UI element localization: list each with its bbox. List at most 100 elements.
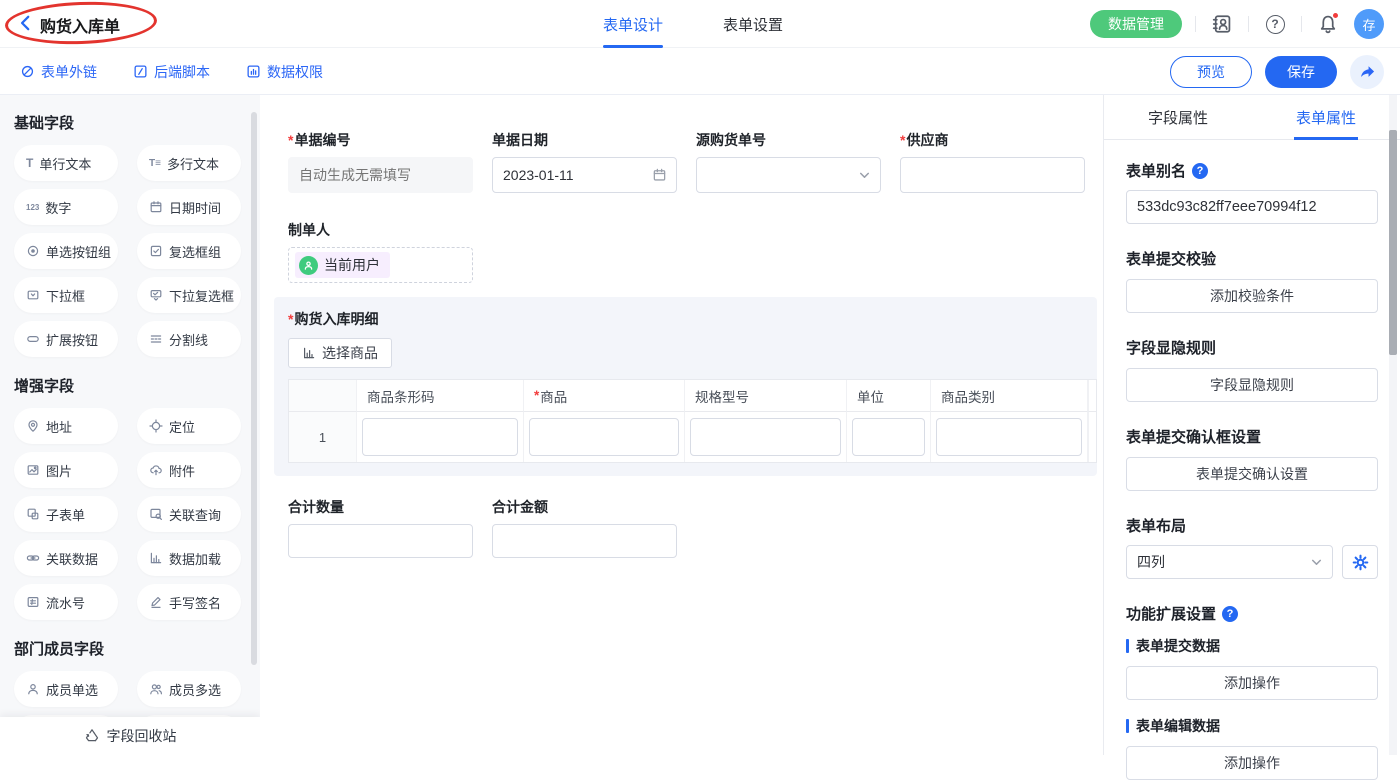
gear-icon [1352, 554, 1369, 571]
sidebar-item-subform[interactable]: 子表单 [14, 496, 118, 532]
form-canvas: *单据编号 单据日期 2023-01-11 源购货单号 [260, 95, 1103, 755]
doc-date-input[interactable]: 2023-01-11 [492, 157, 677, 193]
add-edit-action-button[interactable]: 添加操作 [1126, 746, 1378, 780]
share-button[interactable] [1350, 55, 1384, 89]
dropdown-icon [26, 288, 40, 302]
barcode-input[interactable] [362, 418, 518, 456]
form-field-row: *单据编号 单据日期 2023-01-11 源购货单号 [288, 131, 1103, 193]
tab-form-design[interactable]: 表单设计 [603, 0, 663, 48]
table-cell-product [524, 412, 685, 462]
visibility-rules-label: 字段显隐规则 [1126, 337, 1378, 358]
tab-form-properties[interactable]: 表单属性 [1252, 95, 1400, 139]
sidebar-item-linked-data[interactable]: 关联数据 [14, 540, 118, 576]
sidebar-item-address[interactable]: 地址 [14, 408, 118, 444]
field-total-amount[interactable]: 合计金额 [492, 498, 677, 558]
toolbar-links: 表单外链 后端脚本 数据权限 [20, 48, 323, 95]
help-icon[interactable]: ? [1262, 11, 1288, 37]
field-doc-no[interactable]: *单据编号 [288, 131, 473, 193]
multi-line-text-icon: T≡ [149, 158, 161, 169]
field-supplier[interactable]: *供应商 [900, 131, 1085, 193]
data-permission-button[interactable]: 数据权限 [246, 62, 323, 82]
sidebar-item-member-multi[interactable]: 成员多选 [137, 671, 241, 707]
sidebar-item-multi-select[interactable]: 下拉复选框 [137, 277, 241, 313]
field-doc-date[interactable]: 单据日期 2023-01-11 [492, 131, 677, 193]
add-submit-action-button[interactable]: 添加操作 [1126, 666, 1378, 700]
help-badge-icon[interactable]: ? [1192, 163, 1208, 179]
save-button[interactable]: 保存 [1265, 56, 1337, 88]
detail-table: 商品条形码 *商品 规格型号 单位 商品类别 1 [288, 379, 1097, 463]
header-actions: 数据管理 ? 存 [1090, 0, 1384, 48]
category-input[interactable] [936, 418, 1082, 456]
sidebar-item-multi-line-text[interactable]: T≡ 多行文本 [137, 145, 241, 181]
tab-form-settings[interactable]: 表单设置 [723, 0, 783, 48]
divider [1195, 16, 1196, 32]
external-link-button[interactable]: 表单外链 [20, 62, 97, 82]
sidebar-item-datetime[interactable]: 日期时间 [137, 189, 241, 225]
sidebar-item-linked-query[interactable]: 关联查询 [137, 496, 241, 532]
supplier-input[interactable] [900, 157, 1085, 193]
sidebar-item-select[interactable]: 下拉框 [14, 277, 118, 313]
data-manage-button[interactable]: 数据管理 [1090, 10, 1182, 38]
field-creator[interactable]: 制单人 当前用户 [288, 221, 1103, 283]
field-total-qty[interactable]: 合计数量 [288, 498, 473, 558]
form-alias-input[interactable] [1126, 190, 1378, 224]
form-toolbar: 表单外链 后端脚本 数据权限 预览 保存 [0, 48, 1400, 95]
back-icon[interactable] [16, 14, 36, 34]
calendar-icon [652, 168, 667, 183]
backend-script-button[interactable]: 后端脚本 [133, 62, 210, 82]
panel-scrollbar-thumb[interactable] [1389, 130, 1397, 355]
creator-box[interactable]: 当前用户 [288, 247, 473, 283]
person-icon [26, 682, 40, 696]
table-header-index [289, 380, 357, 412]
field-recycle-bin-button[interactable]: 字段回收站 [0, 717, 260, 755]
preview-button[interactable]: 预览 [1170, 56, 1252, 88]
sidebar-scrollbar[interactable] [251, 112, 257, 665]
sidebar-item-checkbox-group[interactable]: 复选框组 [137, 233, 241, 269]
field-label: 制单人 [288, 220, 330, 240]
sidebar-item-extend-button[interactable]: 扩展按钮 [14, 321, 118, 357]
field-label: 供应商 [906, 130, 948, 150]
field-source-order[interactable]: 源购货单号 [696, 131, 881, 193]
help-badge-icon[interactable]: ? [1222, 606, 1238, 622]
unit-input[interactable] [852, 418, 925, 456]
detail-subform-section[interactable]: *购货入库明细 选择商品 商品条形码 *商品 规格型号 单位 商品类别 1 [274, 297, 1097, 476]
select-product-button[interactable]: 选择商品 [288, 338, 392, 368]
add-check-condition-button[interactable]: 添加校验条件 [1126, 279, 1378, 313]
total-qty-input[interactable] [288, 524, 473, 558]
section-title-basic-fields: 基础字段 [14, 112, 246, 133]
sidebar-item-member-single[interactable]: 成员单选 [14, 671, 118, 707]
visibility-rules-button[interactable]: 字段显隐规则 [1126, 368, 1378, 402]
layout-select[interactable]: 四列 [1126, 545, 1333, 579]
product-input[interactable] [529, 418, 679, 456]
total-amount-input[interactable] [492, 524, 677, 558]
submit-confirm-button[interactable]: 表单提交确认设置 [1126, 457, 1378, 491]
sidebar-item-signature[interactable]: 手写签名 [137, 584, 241, 620]
field-label: 合计金额 [492, 497, 548, 517]
notification-dot [1332, 12, 1339, 19]
sidebar-item-number[interactable]: 123 数字 [14, 189, 118, 225]
user-avatar-icon [299, 256, 318, 275]
contacts-book-icon[interactable] [1209, 11, 1235, 37]
sidebar-item-single-line-text[interactable]: T 单行文本 [14, 145, 118, 181]
field-label: 单据日期 [492, 130, 548, 150]
radio-icon [26, 244, 40, 258]
source-order-select[interactable] [696, 157, 881, 193]
edit-data-group-label: 表单编辑数据 [1126, 716, 1378, 736]
sidebar-item-location[interactable]: 定位 [137, 408, 241, 444]
chevron-down-icon [1310, 556, 1323, 569]
tab-field-properties[interactable]: 字段属性 [1104, 95, 1252, 139]
sidebar-item-attachment[interactable]: 附件 [137, 452, 241, 488]
sidebar-item-image[interactable]: 图片 [14, 452, 118, 488]
sidebar-item-radio-group[interactable]: 单选按钮组 [14, 233, 118, 269]
table-cell-barcode [357, 412, 524, 462]
notification-bell-icon[interactable] [1315, 11, 1341, 37]
spec-input[interactable] [690, 418, 841, 456]
chevron-down-icon [858, 169, 871, 182]
layout-settings-button[interactable] [1342, 545, 1378, 579]
sidebar-item-data-load[interactable]: 数据加载 [137, 540, 241, 576]
sidebar-item-serial-number[interactable]: 流水号 [14, 584, 118, 620]
sidebar-item-divider-line[interactable]: 分割线 [137, 321, 241, 357]
table-scrollbar-track[interactable] [1088, 412, 1096, 462]
crosshair-icon [149, 419, 163, 433]
avatar[interactable]: 存 [1354, 9, 1384, 39]
